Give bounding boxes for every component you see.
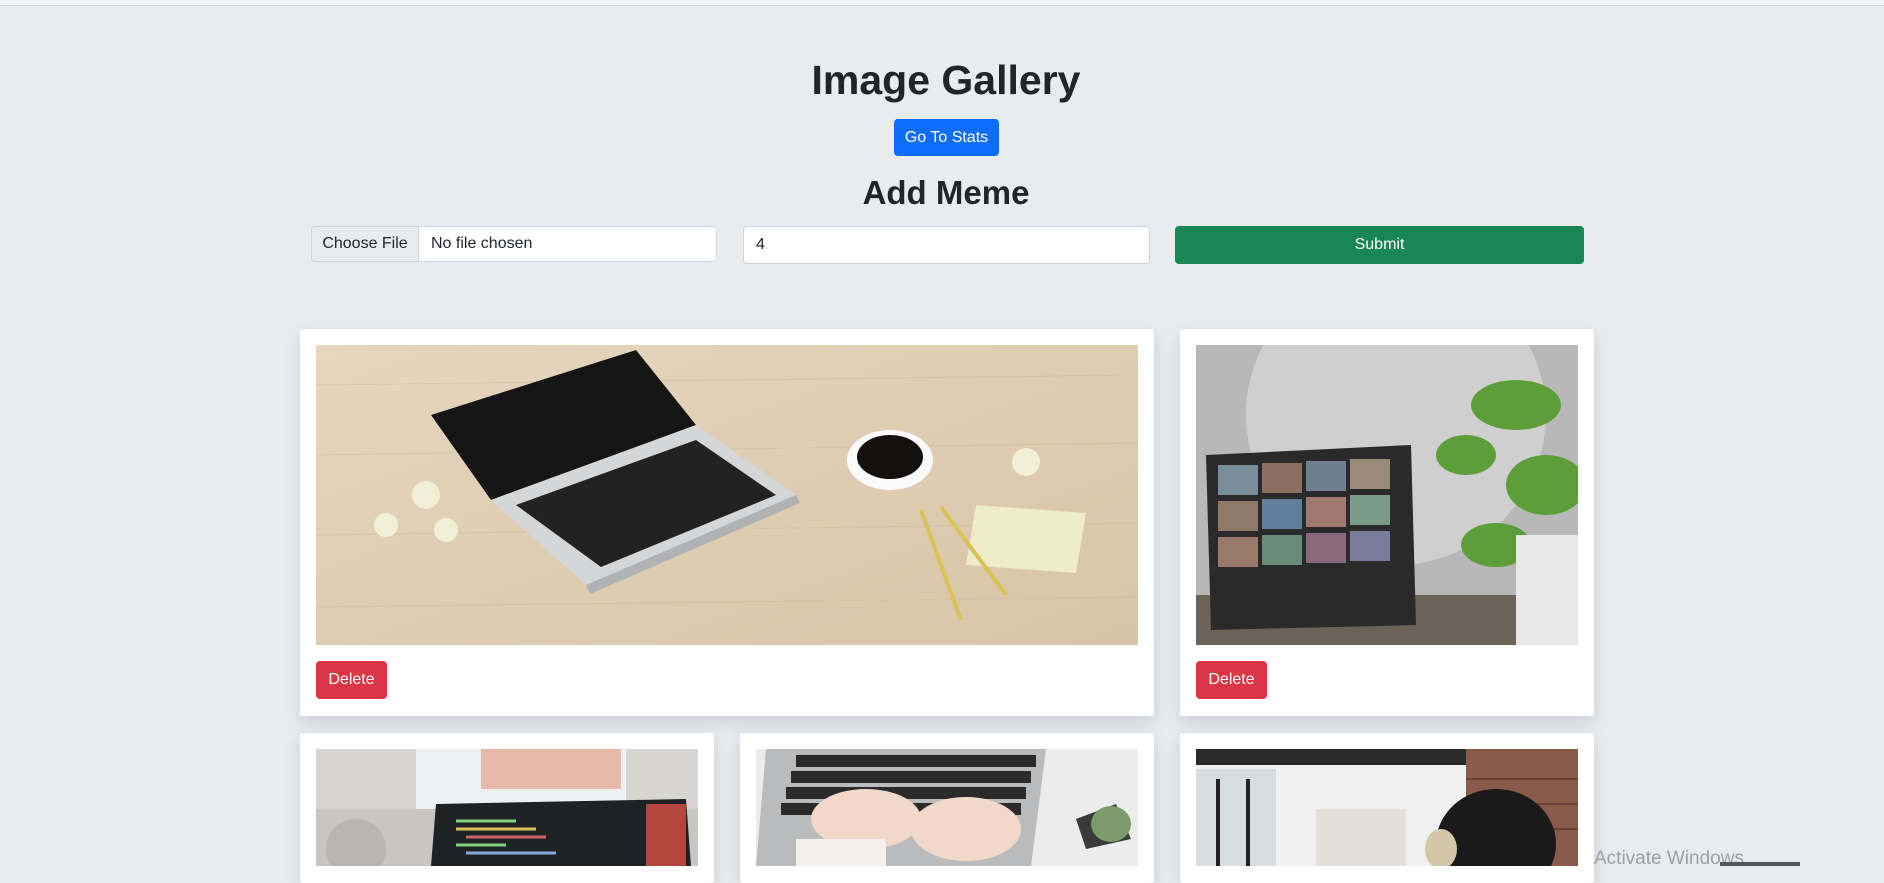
file-status-text: No file chosen bbox=[431, 235, 533, 252]
add-meme-heading: Add Meme bbox=[862, 174, 1030, 211]
gallery-image-code-laptop bbox=[316, 749, 698, 866]
gallery-card bbox=[1180, 733, 1594, 883]
go-to-stats-button[interactable]: Go To Stats bbox=[894, 119, 999, 156]
activate-windows-watermark: Activate Windows bbox=[1594, 848, 1744, 869]
gallery-card bbox=[740, 733, 1154, 883]
taskbar-fragment bbox=[1720, 862, 1800, 866]
gallery-card: Delete bbox=[300, 329, 1154, 716]
gallery-image-laptop-desk bbox=[316, 345, 1138, 645]
page-title: Image Gallery bbox=[811, 57, 1081, 103]
browser-top-edge bbox=[0, 0, 1884, 6]
gallery-image-headphones-office bbox=[1196, 749, 1578, 866]
gallery-image-video-call bbox=[1196, 345, 1578, 645]
gallery-card: Delete bbox=[1180, 329, 1594, 716]
delete-button[interactable]: Delete bbox=[1196, 661, 1267, 699]
choose-file-button[interactable]: Choose File bbox=[312, 227, 419, 261]
delete-button[interactable]: Delete bbox=[316, 661, 387, 699]
number-input[interactable] bbox=[743, 226, 1150, 264]
gallery-card bbox=[300, 733, 714, 883]
submit-button[interactable]: Submit bbox=[1175, 226, 1584, 264]
gallery-image-typing-hands bbox=[756, 749, 1138, 866]
file-input[interactable]: Choose File No file chosen bbox=[311, 226, 717, 262]
